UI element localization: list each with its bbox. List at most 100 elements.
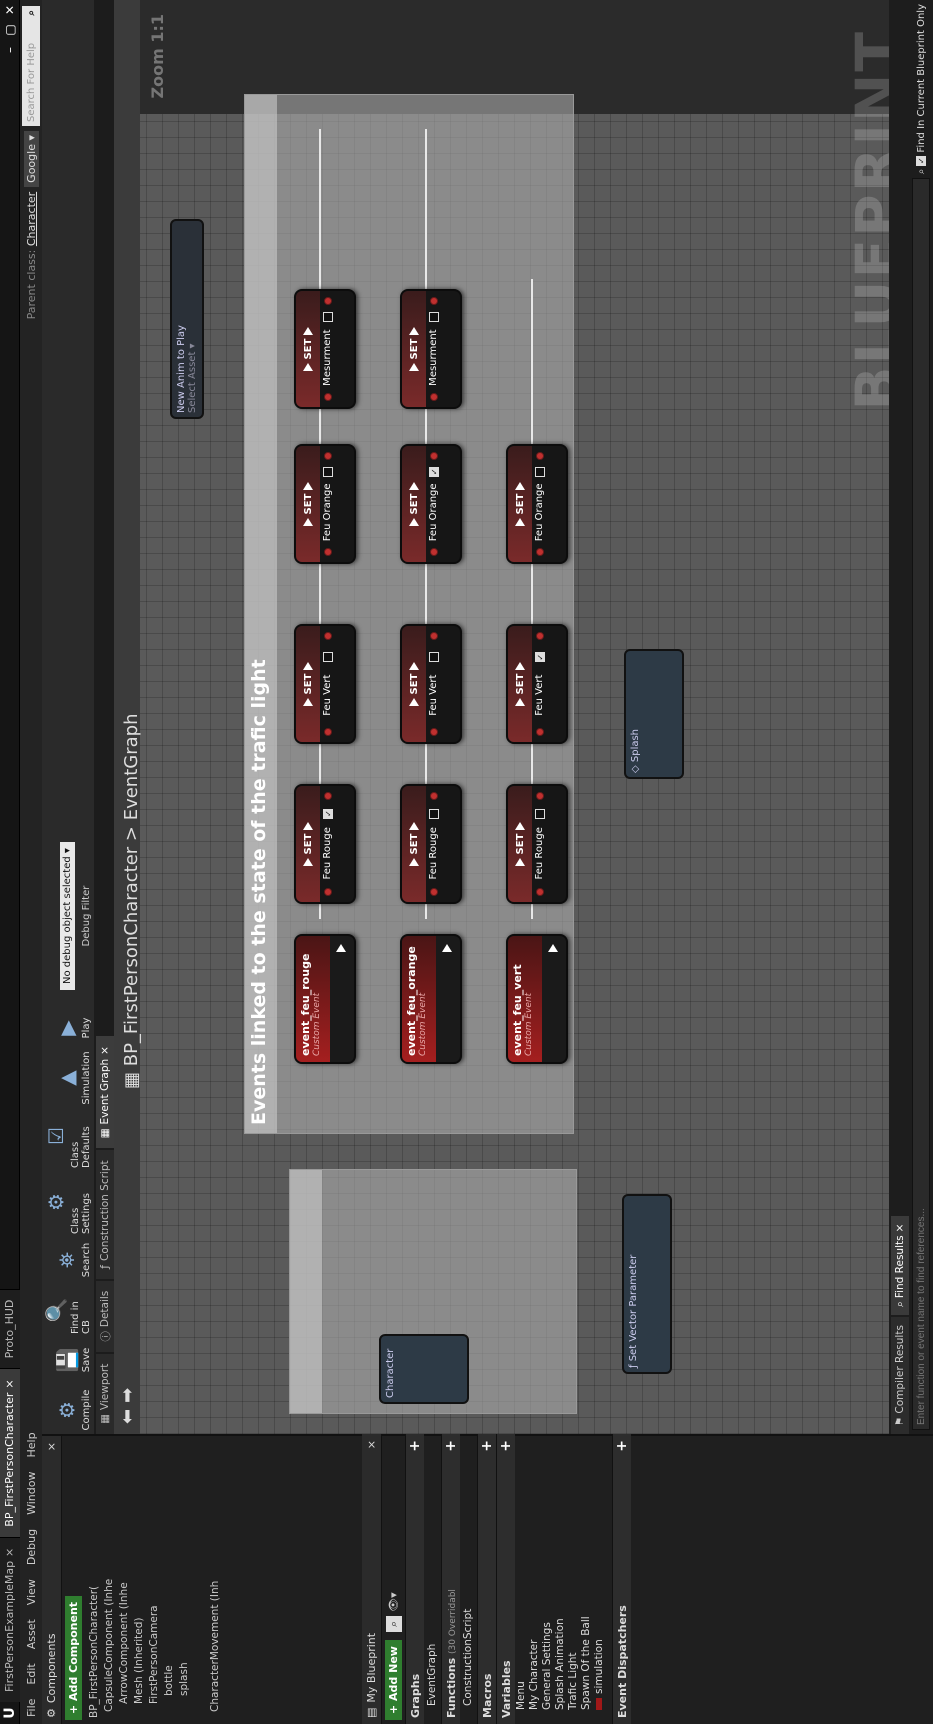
menu-file[interactable]: File <box>25 1692 38 1724</box>
add-variable-button[interactable]: + <box>498 1440 514 1452</box>
exec-out-pin[interactable] <box>515 662 525 671</box>
value-pin[interactable] <box>429 888 438 896</box>
set-node-feu-vert[interactable]: SET Feu Vert <box>400 624 462 744</box>
set-node-feu-orange[interactable]: SET Feu Orange ✓ <box>400 444 462 564</box>
value-pin[interactable] <box>429 548 438 556</box>
bool-checkbox[interactable] <box>322 466 333 477</box>
bool-checkbox[interactable]: ✓ <box>322 808 333 819</box>
exec-out-pin[interactable] <box>409 822 419 831</box>
bool-checkbox[interactable] <box>428 808 439 819</box>
set-vector-parameter-node[interactable]: ƒ Set Vector Parameter <box>622 1194 672 1374</box>
value-out-pin[interactable] <box>323 297 332 306</box>
bool-checkbox[interactable] <box>322 312 333 323</box>
tree-item[interactable]: FirstPersonCamera <box>147 1442 162 1718</box>
tree-item[interactable]: ArrowComponent (Inhe <box>117 1442 132 1718</box>
play-button[interactable]: ▶ Play <box>53 1004 92 1052</box>
menu-asset[interactable]: Asset <box>25 1612 38 1656</box>
set-node-feu-orange[interactable]: SET Feu Orange <box>294 444 356 564</box>
exec-in-pin[interactable] <box>303 517 313 526</box>
variable-item-simulation[interactable]: simulation <box>593 1434 606 1724</box>
menu-edit[interactable]: Edit <box>25 1656 38 1691</box>
minimize-button[interactable]: – <box>0 40 20 60</box>
current-blueprint-only-checkbox[interactable]: ✓ <box>916 155 926 166</box>
close-icon[interactable]: × <box>45 1442 58 1451</box>
parent-class-link[interactable]: Character <box>25 192 38 246</box>
set-node-feu-vert[interactable]: SET Feu Vert <box>294 624 356 744</box>
variable-item[interactable]: Splash Animation <box>554 1434 567 1724</box>
section-graphs[interactable]: Graphs + <box>405 1434 424 1724</box>
close-icon[interactable]: × <box>3 1379 16 1388</box>
value-out-pin[interactable] <box>323 452 332 461</box>
tab-find-results[interactable]: ⌕ Find Results × <box>891 1215 909 1316</box>
variable-item[interactable]: Menu <box>515 1434 528 1724</box>
set-node-mesurment[interactable]: SET Mesurment <box>294 289 356 409</box>
new-anim-node[interactable]: New Anim to Play Select Asset ▾ <box>170 219 204 419</box>
menu-window[interactable]: Window <box>25 1465 38 1522</box>
character-node[interactable]: Character <box>379 1334 469 1404</box>
exec-out-pin[interactable] <box>303 662 313 671</box>
search-icon[interactable]: ⌕ <box>916 169 927 175</box>
save-button[interactable]: 💾 Save <box>53 1336 92 1384</box>
set-node-feu-orange[interactable]: SET Feu Orange <box>506 444 568 564</box>
add-graph-button[interactable]: + <box>407 1440 423 1452</box>
add-macro-button[interactable]: + <box>479 1440 495 1452</box>
value-pin[interactable] <box>535 728 544 736</box>
class-settings-button[interactable]: ⚙ Class Settings <box>42 1170 92 1234</box>
tab-proto-hud[interactable]: Proto_HUD <box>0 1288 20 1369</box>
search-button[interactable]: ⛯ Search <box>53 1236 92 1284</box>
value-out-pin[interactable] <box>323 632 332 641</box>
exec-out-pin[interactable] <box>442 944 452 952</box>
tree-item[interactable]: Mesh (Inherited) <box>132 1442 147 1718</box>
exec-in-pin[interactable] <box>515 697 525 706</box>
exec-in-pin[interactable] <box>303 697 313 706</box>
tree-item[interactable]: splash <box>177 1442 192 1718</box>
bool-checkbox[interactable] <box>534 466 545 477</box>
compile-button[interactable]: ⚙ Compile <box>53 1386 92 1434</box>
value-pin[interactable] <box>535 888 544 896</box>
set-node-feu-vert[interactable]: SET Feu Vert ✓ <box>506 624 568 744</box>
tree-item[interactable]: CapsuleComponent (Inhe <box>102 1442 117 1718</box>
add-new-button[interactable]: + Add New <box>385 1640 402 1720</box>
value-out-pin[interactable] <box>323 792 332 801</box>
google-dropdown[interactable]: Google ▾ <box>23 131 39 187</box>
exec-out-pin[interactable] <box>303 822 313 831</box>
exec-out-pin[interactable] <box>409 662 419 671</box>
close-window-button[interactable]: ✕ <box>0 0 20 20</box>
value-pin[interactable] <box>429 728 438 736</box>
value-out-pin[interactable] <box>535 632 544 641</box>
variable-item[interactable]: Trafic Light <box>567 1434 580 1724</box>
bool-checkbox[interactable] <box>428 652 439 663</box>
value-out-pin[interactable] <box>429 297 438 306</box>
back-arrow-icon[interactable]: ⬅ <box>117 1409 138 1424</box>
event-node-feu-vert[interactable]: event_feu_vert Custom Event <box>506 934 568 1064</box>
variable-item[interactable]: My Character <box>528 1434 541 1724</box>
exec-in-pin[interactable] <box>303 362 313 371</box>
value-out-pin[interactable] <box>429 792 438 801</box>
help-search-input[interactable]: Search For Help ⌕ <box>22 6 40 126</box>
exec-out-pin[interactable] <box>303 482 313 491</box>
add-function-button[interactable]: + <box>443 1440 459 1452</box>
set-node-mesurment[interactable]: SET Mesurment <box>400 289 462 409</box>
event-node-feu-rouge[interactable]: event_feu_rouge Custom Event <box>294 934 356 1064</box>
bool-checkbox[interactable]: ✓ <box>428 466 439 477</box>
exec-out-pin[interactable] <box>409 327 419 336</box>
value-out-pin[interactable] <box>429 452 438 461</box>
value-pin[interactable] <box>429 393 438 401</box>
tree-item[interactable]: bottle <box>162 1442 177 1718</box>
exec-out-pin[interactable] <box>515 822 525 831</box>
tree-item[interactable]: CharacterMovement (Inh <box>208 1442 223 1718</box>
bool-checkbox[interactable]: ✓ <box>534 652 545 663</box>
exec-in-pin[interactable] <box>409 857 419 866</box>
tab-firstpersonexamplemap[interactable]: FirstPersonExampleMap × <box>0 1536 20 1702</box>
set-node-feu-rouge[interactable]: SET Feu Rouge ✓ <box>294 784 356 904</box>
bool-checkbox[interactable] <box>322 652 333 663</box>
add-component-button[interactable]: + Add Component <box>65 1595 82 1720</box>
variable-item[interactable]: Spawn Of the Ball <box>580 1434 593 1724</box>
exec-in-pin[interactable] <box>409 362 419 371</box>
value-out-pin[interactable] <box>535 792 544 801</box>
exec-out-pin[interactable] <box>409 482 419 491</box>
close-icon[interactable]: × <box>99 1046 111 1055</box>
function-item-constructionscript[interactable]: ConstructionScript <box>460 1434 477 1724</box>
set-node-feu-rouge[interactable]: SET Feu Rouge <box>506 784 568 904</box>
value-pin[interactable] <box>323 728 332 736</box>
